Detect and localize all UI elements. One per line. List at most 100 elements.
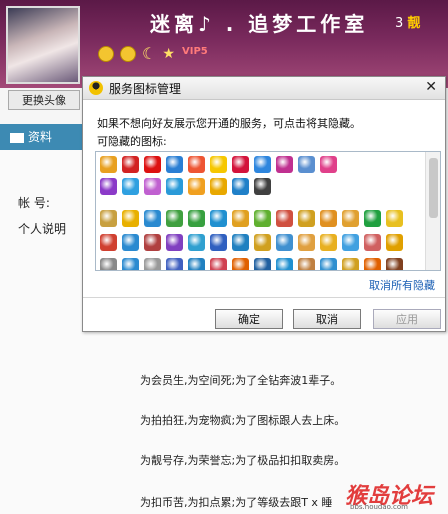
service-icon[interactable]: [320, 156, 337, 173]
service-icon[interactable]: [100, 156, 117, 173]
service-icon[interactable]: [232, 210, 249, 227]
service-icon[interactable]: [276, 156, 293, 173]
service-icon[interactable]: [188, 210, 205, 227]
service-icon[interactable]: [188, 178, 205, 195]
service-icon[interactable]: [100, 178, 117, 195]
service-icon[interactable]: [342, 234, 359, 251]
service-icon[interactable]: [298, 156, 315, 173]
hidden-icons-row-1: [100, 156, 337, 173]
service-icon[interactable]: [144, 210, 161, 227]
dialog-title: 服务图标管理: [109, 82, 182, 96]
service-icon-dialog: 服务图标管理 ✕ 如果不想向好友展示您开通的服务，可点击将其隐藏。 可隐藏的图标…: [82, 76, 446, 332]
service-icon[interactable]: [386, 258, 403, 270]
status-icons: ☾ ★: [98, 44, 175, 63]
service-icon[interactable]: [144, 156, 161, 173]
bio-line-3: 为靓号存,为荣誉忘;为了极品扣扣取卖房。: [140, 454, 346, 467]
bio-line-1: 为会员生,为空间死;为了全钻奔波1辈子。: [140, 374, 342, 387]
service-icon[interactable]: [364, 210, 381, 227]
service-icon[interactable]: [386, 234, 403, 251]
service-icon[interactable]: [210, 234, 227, 251]
scrollbar[interactable]: [425, 152, 440, 270]
close-icon[interactable]: ✕: [425, 79, 437, 95]
service-icon[interactable]: [122, 178, 139, 195]
service-icon[interactable]: [166, 234, 183, 251]
service-icon[interactable]: [342, 258, 359, 270]
service-icon[interactable]: [210, 258, 227, 270]
service-icon[interactable]: [232, 156, 249, 173]
service-icon[interactable]: [210, 210, 227, 227]
service-icon[interactable]: [122, 156, 139, 173]
dialog-description: 如果不想向好友展示您开通的服务，可点击将其隐藏。: [97, 117, 361, 130]
visible-icons-row-3: [100, 258, 403, 270]
hidden-icons-row-2: [100, 178, 271, 195]
vip-badge: VIP5: [182, 46, 208, 57]
service-icon[interactable]: [232, 234, 249, 251]
service-icon[interactable]: [320, 234, 337, 251]
ok-button[interactable]: 确定: [215, 309, 283, 329]
profile-header: 迷离♪ . 追梦工作室 3 靓 ☾ ★ VIP5: [0, 0, 448, 88]
visible-icons-row-2: [100, 234, 403, 251]
service-icon[interactable]: [364, 234, 381, 251]
service-icon[interactable]: [254, 234, 271, 251]
service-icon[interactable]: [254, 210, 271, 227]
service-icon[interactable]: [100, 258, 117, 270]
service-icon[interactable]: [364, 258, 381, 270]
service-icon[interactable]: [122, 258, 139, 270]
service-icon[interactable]: [298, 210, 315, 227]
service-icon[interactable]: [166, 210, 183, 227]
service-icon[interactable]: [144, 178, 161, 195]
icon-list[interactable]: [95, 151, 441, 271]
service-icon[interactable]: [254, 156, 271, 173]
service-icon[interactable]: [298, 258, 315, 270]
service-icon[interactable]: [188, 156, 205, 173]
id-card-icon: [10, 132, 24, 143]
service-icon[interactable]: [386, 210, 403, 227]
smile-icon: [98, 45, 114, 62]
service-icon[interactable]: [320, 210, 337, 227]
service-icon[interactable]: [232, 258, 249, 270]
service-icon[interactable]: [188, 234, 205, 251]
star-icon: ★: [162, 45, 175, 62]
hideable-label: 可隐藏的图标:: [97, 135, 167, 148]
scrollbar-thumb[interactable]: [429, 158, 438, 218]
smile-icon-2: [120, 45, 136, 62]
service-icon[interactable]: [100, 210, 117, 227]
apply-button[interactable]: 应用: [373, 309, 441, 329]
service-icon[interactable]: [342, 210, 359, 227]
service-icon[interactable]: [210, 156, 227, 173]
cancel-all-hidden-link[interactable]: 取消所有隐藏: [369, 277, 435, 293]
service-icon[interactable]: [144, 258, 161, 270]
service-icon[interactable]: [166, 156, 183, 173]
service-icon[interactable]: [254, 178, 271, 195]
service-icon[interactable]: [320, 258, 337, 270]
service-icon[interactable]: [122, 234, 139, 251]
avatar[interactable]: [6, 6, 80, 84]
service-icon[interactable]: [276, 210, 293, 227]
watermark-url: bbs.houdao.com: [350, 503, 408, 511]
moon-icon: ☾: [142, 44, 157, 63]
tab-profile[interactable]: 资料: [0, 124, 84, 150]
service-icon[interactable]: [276, 234, 293, 251]
service-icon[interactable]: [166, 258, 183, 270]
service-icon[interactable]: [100, 234, 117, 251]
service-icon[interactable]: [166, 178, 183, 195]
cancel-button[interactable]: 取消: [293, 309, 361, 329]
service-icon[interactable]: [298, 234, 315, 251]
service-icon[interactable]: [210, 178, 227, 195]
account-label: 帐 号:: [18, 196, 50, 210]
bio-label: 个人说明: [18, 222, 67, 236]
bio-line-2: 为拍拍狂,为宠物疯;为了图标跟人去上床。: [140, 414, 346, 427]
service-icon[interactable]: [188, 258, 205, 270]
divider: [83, 297, 445, 298]
service-icon[interactable]: [276, 258, 293, 270]
bio-line-4: 为扣币苦,为扣点累;为了等级去跟T x 睡: [140, 496, 333, 509]
change-avatar-button[interactable]: 更换头像: [8, 90, 80, 110]
service-icon[interactable]: [254, 258, 271, 270]
nickname: 迷离♪ . 追梦工作室: [150, 12, 369, 36]
service-icon[interactable]: [122, 210, 139, 227]
dialog-titlebar[interactable]: 服务图标管理 ✕: [83, 77, 445, 100]
service-icon[interactable]: [232, 178, 249, 195]
level-badge: 3 靓: [395, 16, 421, 31]
visible-icons-row-1: [100, 210, 403, 227]
service-icon[interactable]: [144, 234, 161, 251]
